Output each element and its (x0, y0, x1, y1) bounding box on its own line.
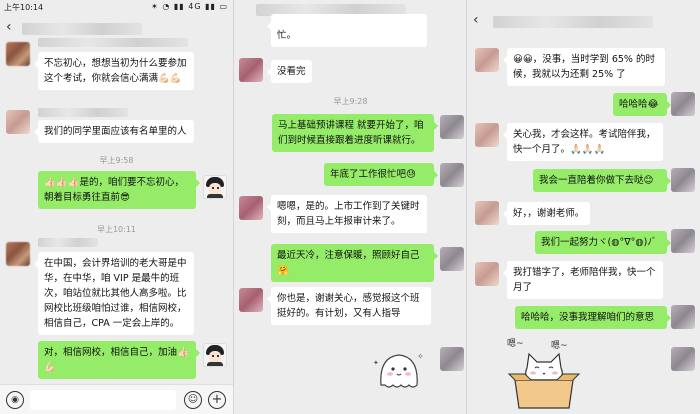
avatar-self[interactable] (440, 115, 464, 139)
chat-title-bar: ‹ (0, 17, 233, 39)
message-bubble-self[interactable]: 我们一起努力ヾ(◍°∇°◍)ﾉﾞ (535, 231, 671, 254)
avatar-other[interactable] (239, 288, 263, 312)
sender-name-blurred (38, 238, 98, 247)
message-bubble[interactable]: 没看完 (267, 60, 312, 83)
back-arrow-icon[interactable]: ‹ (473, 13, 479, 27)
message-bubble-self[interactable]: 马上基础预讲课程 就要开始了，咱们到时候直接跟着进度听课就行。 (272, 114, 438, 152)
avatar-self[interactable] (671, 168, 695, 192)
status-bar: 上午10:14 ✶ ◔ ▮▮ 4G ▮▮ ▭ (0, 0, 233, 15)
message-bubble[interactable]: 不忘初心，想想当初为什么要参加这个考试，你就会信心满满💪🏻💪🏻 (34, 52, 194, 90)
avatar-self[interactable] (440, 163, 464, 187)
message-bubble-self[interactable]: 哈哈哈😂 (613, 93, 671, 116)
message-timestamp: 早上9:58 (99, 156, 134, 165)
message-input[interactable] (30, 390, 176, 410)
message-bubble[interactable]: 忙。 (267, 14, 427, 47)
message-timestamp: 早上9:28 (333, 97, 368, 106)
svg-text:✦: ✦ (373, 359, 379, 367)
avatar-self[interactable] (440, 347, 464, 371)
message-bubble[interactable]: 😀😀，没事，当时学到 65% 的时候，我就以为还剩 25% 了 (503, 48, 665, 86)
chat-panel-2: 忙。 没看完 早上9:28 马上基础预讲课程 就要开始了，咱们到时候直接跟着进度… (233, 0, 466, 414)
chat-panel-3: ‹ 😀😀，没事，当时学到 65% 的时候，我就以为还剩 25% 了 哈哈哈😂 关… (466, 0, 700, 414)
avatar-self[interactable] (671, 92, 695, 116)
status-time: 上午10:14 (4, 3, 44, 12)
message-bubble[interactable]: 在中国，会计界培训的老大哥是中华，在中华，咱 VIP 是最牛的班次，咱站位就比其… (34, 252, 194, 335)
avatar-self[interactable] (203, 175, 227, 199)
avatar-other[interactable] (239, 58, 263, 82)
chat-title-bar: ‹ (467, 10, 700, 32)
message-bubble-self[interactable]: 👍🏻👍🏻👍🏻是的，咱们要不忘初心，朝着目标勇往直前😎 (38, 171, 200, 209)
plus-icon[interactable]: + (208, 391, 226, 409)
sender-name-blurred (38, 108, 128, 117)
status-icons: ✶ ◔ ▮▮ 4G ▮▮ ▭ (151, 2, 228, 11)
chat-input-bar: ◉ ☺ + (0, 384, 233, 414)
contact-name-blurred (493, 16, 653, 28)
avatar-other[interactable] (6, 242, 30, 266)
message-bubble[interactable]: 嗯嗯，是的。上市工作到了关键时刻，而且马上年报审计来了。 (267, 195, 427, 233)
avatar-other[interactable] (239, 196, 263, 220)
avatar-other[interactable] (475, 262, 499, 286)
avatar-other[interactable] (6, 110, 30, 134)
avatar-self[interactable] (671, 229, 695, 253)
message-bubble[interactable]: 我们的同学里面应该有名单里的人 (34, 120, 194, 143)
svg-text:嗯~: 嗯~ (551, 340, 568, 351)
message-bubble[interactable]: 关心我，才会这样。考试陪伴我，快一个月了。🙏🏻🙏🏻🙏🏻 (503, 123, 663, 161)
avatar-other[interactable] (475, 201, 499, 225)
avatar-other[interactable] (475, 48, 499, 72)
message-bubble-self[interactable]: 哈哈哈，没事我理解咱们的意思 (515, 306, 671, 329)
avatar-other[interactable] (475, 123, 499, 147)
message-bubble-self[interactable]: 对，相信网校，相信自己，加油👍🏻💪🏻 (38, 341, 200, 379)
message-bubble[interactable]: 你也是，谢谢关心，感觉报这个班挺好的。有计划，又有人指导 (267, 287, 431, 325)
avatar-other[interactable] (6, 42, 30, 66)
message-bubble-self[interactable]: 我会一直陪着你做下去哒😊 (533, 169, 671, 192)
emoji-icon[interactable]: ☺ (184, 391, 202, 409)
message-bubble-self[interactable]: 最近天冷，注意保暖，照顾好自己🤗 (271, 244, 438, 282)
cute-ghost-sticker[interactable]: ✧ ✦ (369, 345, 429, 395)
voice-icon[interactable]: ◉ (6, 391, 24, 409)
network-label: 4G (188, 2, 202, 11)
sender-name-blurred (38, 38, 188, 47)
avatar-self[interactable] (671, 347, 695, 371)
contact-name-blurred (22, 23, 142, 35)
message-bubble-self[interactable]: 年底了工作很忙吧😓 (324, 163, 438, 186)
back-arrow-icon[interactable]: ‹ (6, 20, 12, 34)
avatar-self[interactable] (440, 247, 464, 271)
message-timestamp: 早上10:11 (96, 225, 137, 234)
message-bubble[interactable]: 好，，谢谢老师。 (502, 202, 591, 225)
chat-panel-1: 上午10:14 ✶ ◔ ▮▮ 4G ▮▮ ▭ ‹ 不忘初心，想想当初为什么要参加… (0, 0, 233, 414)
avatar-self[interactable] (203, 343, 227, 367)
svg-text:✧: ✧ (417, 352, 424, 361)
avatar-self[interactable] (671, 305, 695, 329)
cat-in-box-sticker[interactable]: 嗯~ 嗯~ (505, 334, 583, 410)
svg-text:嗯~: 嗯~ (507, 338, 524, 349)
message-bubble[interactable]: 我打错字了，老师陪伴我，快一个月了 (503, 261, 663, 299)
